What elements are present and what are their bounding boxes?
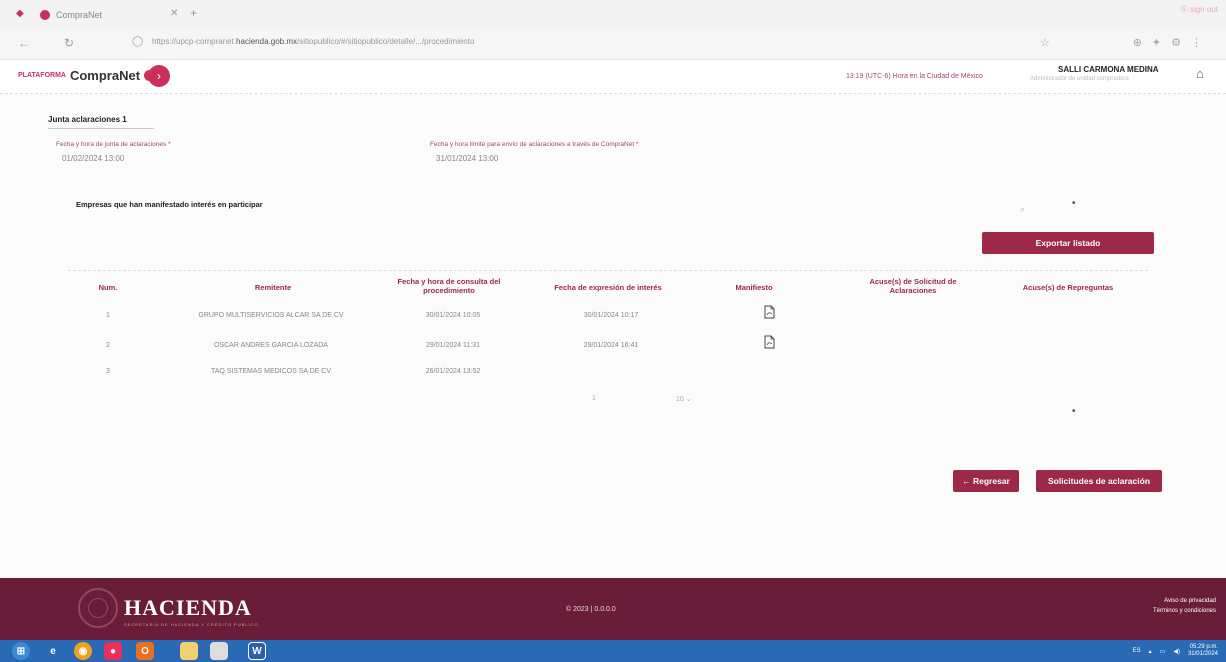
row-num: 3: [106, 368, 110, 375]
corner-status: Ⓢ sign out: [1179, 5, 1218, 14]
col-manifiesto[interactable]: Manifiesto: [724, 283, 784, 292]
volume-icon[interactable]: ◀): [1173, 648, 1180, 655]
secretaria-text: SECRETARÍA DE HACIENDA Y CRÉDITO PÚBLICO: [124, 622, 259, 627]
reload-icon[interactable]: ↻: [64, 36, 74, 50]
user-role: Administrador de unidad compradora: [1030, 76, 1129, 82]
browser-addressbar: ← ↻ ◯ https://upcp-compranet.hacienda.go…: [0, 28, 1226, 60]
app-header: PLATAFORMA CompraNet MX › 13:19 (UTC-6) …: [0, 60, 1226, 94]
row-remitente: TAQ SISTEMAS MEDICOS SA DE CV: [210, 368, 332, 375]
clock[interactable]: 05:29 p.m. 31/01/2024: [1188, 644, 1218, 658]
col-consulta[interactable]: Fecha y hora de consulta del procedimien…: [378, 277, 520, 295]
browser-menu-icon[interactable]: ◆: [16, 8, 24, 19]
network-icon[interactable]: ▭: [1160, 648, 1166, 655]
search-icon[interactable]: ⌕: [1020, 204, 1025, 215]
pager-page[interactable]: 1: [592, 395, 596, 402]
fecha-junta-value: 01/02/2024 13:00: [62, 154, 125, 163]
chrome-icon[interactable]: ◉: [74, 642, 92, 660]
language-indicator[interactable]: ES: [1133, 648, 1141, 654]
browser-tabbar: ◆ CompraNet ✕ + Ⓢ sign out: [0, 0, 1226, 28]
bookmark-star-icon[interactable]: ☆: [1040, 36, 1050, 49]
start-button-icon[interactable]: ⊞: [12, 642, 30, 660]
back-button[interactable]: ← Regresar: [953, 470, 1019, 492]
row-consulta: 29/01/2024 11:31: [426, 342, 480, 349]
windows-taskbar: ⊞ e ◉ ● O W ES ▴ ▭ ◀) 05:29 p.m. 31/01/2…: [0, 640, 1226, 662]
fecha-junta-label: Fecha y hora de junta de aclaraciones *: [56, 141, 171, 148]
row-num: 1: [106, 312, 110, 319]
file-explorer-icon[interactable]: [180, 642, 198, 660]
section-divider: [48, 128, 154, 129]
row-remitente: OSCAR ANDRES GARCIA LOZADA: [214, 342, 328, 349]
row-remitente: GRUPO MULTISERVICIOS ALCAR SA DE CV: [198, 312, 344, 319]
menu-dot: •: [1072, 406, 1076, 417]
menu-toggle-button[interactable]: ›: [148, 65, 170, 87]
col-acuse-repreguntas[interactable]: Acuse(s) de Repreguntas: [998, 283, 1138, 292]
table-row: 1 GRUPO MULTISERVICIOS ALCAR SA DE CV 30…: [68, 305, 1148, 334]
fecha-limite-value: 31/01/2024 13:00: [436, 154, 499, 163]
row-num: 2: [106, 342, 110, 349]
privacy-link[interactable]: Aviso de privacidad: [1153, 596, 1216, 606]
copyright: © 2023 | 0.0.0.0: [566, 606, 616, 613]
section-title: Junta aclaraciones 1: [48, 115, 127, 124]
user-name: SALLI CARMONA MEDINA: [1058, 65, 1159, 74]
browser-extension-icons[interactable]: ⊕✦⚙⋮: [1133, 36, 1212, 49]
new-tab-icon[interactable]: +: [190, 6, 197, 20]
row-consulta: 30/01/2024 10:05: [425, 312, 481, 319]
ie-browser-icon[interactable]: e: [44, 642, 62, 660]
hacienda-logo-text: HACIENDA: [124, 595, 252, 620]
system-tray: ES ▴ ▭ ◀) 05:29 p.m. 31/01/2024: [1133, 644, 1218, 658]
footer-links: Aviso de privacidad Términos y condicion…: [1153, 596, 1216, 616]
solicitudes-aclaracion-button[interactable]: Solicitudes de aclaración: [1036, 470, 1162, 492]
table-header: Num. Remitente Fecha y hora de consulta …: [68, 270, 1148, 302]
window-icon[interactable]: [210, 642, 228, 660]
col-num[interactable]: Num.: [88, 283, 128, 292]
menu-dot: •: [1072, 198, 1076, 209]
table-row: 3 TAQ SISTEMAS MEDICOS SA DE CV 26/01/20…: [68, 366, 1148, 390]
shield-icon: ◯: [132, 36, 144, 47]
tray-arrow-icon[interactable]: ▴: [1149, 648, 1152, 655]
site-footer: HACIENDA SECRETARÍA DE HACIENDA Y CRÉDIT…: [0, 578, 1226, 640]
compranet-logo[interactable]: PLATAFORMA CompraNet MX: [18, 68, 165, 83]
col-acuse-solicitud[interactable]: Acuse(s) de Solicitud de Aclaraciones: [858, 277, 968, 295]
terms-link[interactable]: Términos y condiciones: [1153, 606, 1216, 616]
tab-title: CompraNet: [56, 10, 103, 20]
empresas-subtitle: Empresas que han manifestado interés en …: [76, 200, 263, 209]
col-remitente[interactable]: Remitente: [218, 283, 328, 292]
col-interes[interactable]: Fecha de expresión de interés: [538, 283, 678, 292]
timezone-label: 13:19 (UTC-6) Hora en la Ciudad de Méxic…: [846, 73, 983, 80]
row-interes: 29/01/2024 16:41: [583, 342, 639, 349]
fecha-limite-label: Fecha y hora límite para envío de aclara…: [430, 141, 639, 148]
back-arrow-icon[interactable]: ←: [18, 36, 30, 50]
url-field[interactable]: https://upcp-compranet.hacienda.gob.mx/s…: [152, 37, 474, 46]
compranet-app-icon[interactable]: ●: [104, 642, 122, 660]
outlook-icon[interactable]: O: [136, 642, 154, 660]
row-consulta: 26/01/2024 13:52: [425, 368, 481, 375]
browser-tab[interactable]: CompraNet: [40, 6, 102, 24]
pager-size-select[interactable]: 10 ⌄: [676, 395, 692, 403]
pdf-document-icon[interactable]: [764, 305, 775, 319]
row-interes: 30/01/2024 10:17: [583, 312, 639, 319]
word-icon[interactable]: W: [248, 642, 266, 660]
close-tab-icon[interactable]: ✕: [170, 8, 178, 19]
user-avatar-icon[interactable]: ⌂: [1196, 66, 1204, 81]
pdf-document-icon[interactable]: [764, 335, 775, 349]
compranet-favicon-icon: [40, 10, 50, 20]
export-list-button[interactable]: Exportar listado: [982, 232, 1154, 254]
government-seal-icon: [78, 588, 118, 628]
table-row: 2 OSCAR ANDRES GARCIA LOZADA 29/01/2024 …: [68, 335, 1148, 364]
